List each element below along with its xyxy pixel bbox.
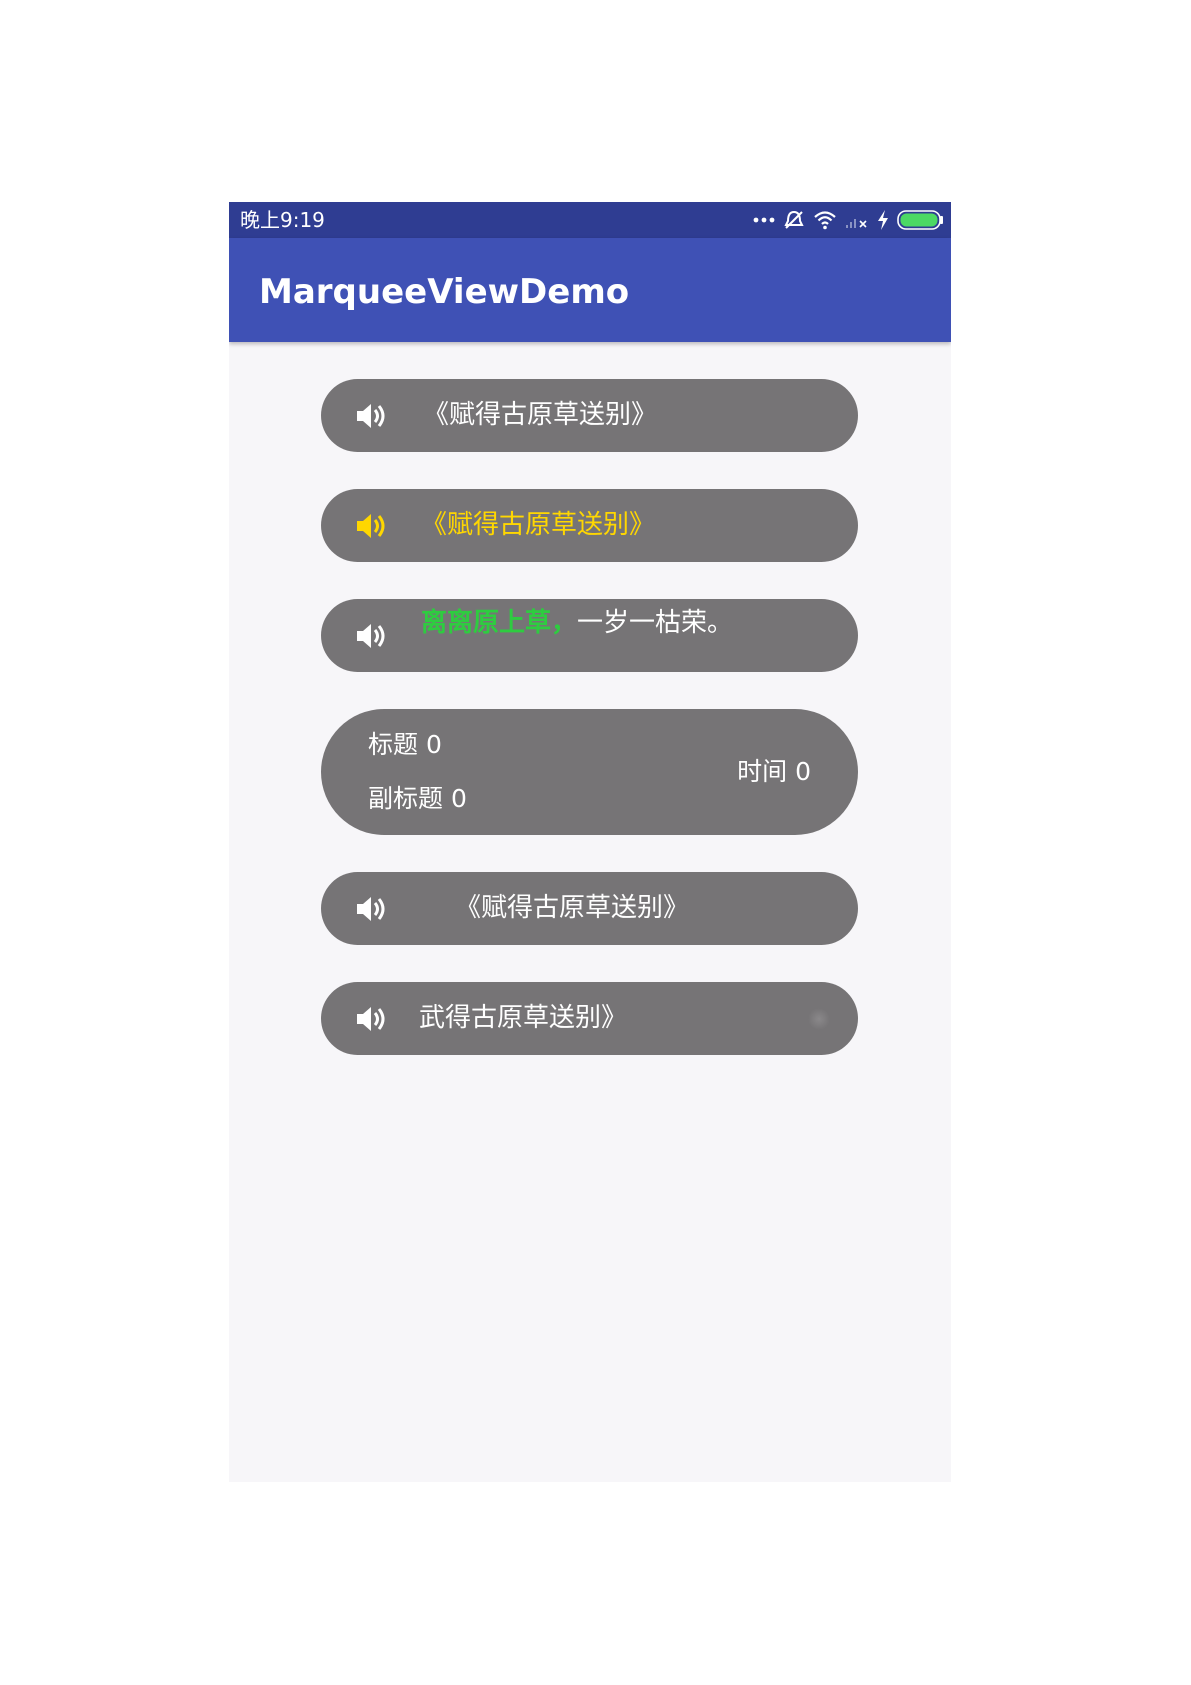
marquee-text: 离离原上草，一岁一枯荣。 [421, 607, 733, 639]
phone-screen: 晚上9:19 MarqueeViewDemo 《赋得古原草送别》 《赋得古原草送… [229, 202, 951, 1482]
speaker-icon [355, 511, 387, 541]
battery-icon [889, 210, 943, 230]
card-title: 标题 0 [368, 730, 442, 759]
marquee-text-white: 一岁一枯荣。 [577, 608, 734, 638]
speaker-icon [355, 1004, 387, 1034]
status-time: 晚上9:19 [240, 208, 325, 232]
marquee-view-4[interactable]: 标题 0 副标题 0 时间 0 [321, 709, 858, 835]
marquee-view-6[interactable]: 武得古原草送别》 [321, 982, 858, 1055]
app-title: MarqueeViewDemo [259, 272, 630, 312]
battery-fill [900, 213, 938, 227]
alarm-off-icon [775, 209, 805, 231]
marquee-text: 武得古原草送别》 [419, 1003, 628, 1033]
fade-blur [808, 1008, 830, 1030]
marquee-view-5[interactable]: 《赋得古原草送别》 [321, 872, 858, 945]
app-bar: MarqueeViewDemo [229, 238, 951, 342]
marquee-view-1[interactable]: 《赋得古原草送别》 [321, 379, 858, 452]
more-dots-icon [745, 216, 775, 224]
marquee-text: 《赋得古原草送别》 [455, 893, 690, 923]
status-bar: 晚上9:19 [229, 202, 951, 238]
marquee-text-green: 离离原上草， [421, 608, 578, 638]
speaker-icon [355, 621, 387, 651]
speaker-icon [355, 401, 387, 431]
signal-off-icon [837, 211, 869, 229]
wifi-icon [805, 210, 837, 230]
status-icons [745, 208, 943, 232]
marquee-view-3[interactable]: 离离原上草，一岁一枯荣。 [321, 599, 858, 672]
marquee-view-2[interactable]: 《赋得古原草送别》 [321, 489, 858, 562]
marquee-text: 《赋得古原草送别》 [423, 400, 658, 430]
marquee-text: 《赋得古原草送别》 [421, 510, 656, 540]
speaker-icon [355, 894, 387, 924]
card-subtitle: 副标题 0 [368, 784, 467, 813]
charging-bolt-icon [869, 210, 889, 230]
card-time: 时间 0 [737, 757, 811, 786]
